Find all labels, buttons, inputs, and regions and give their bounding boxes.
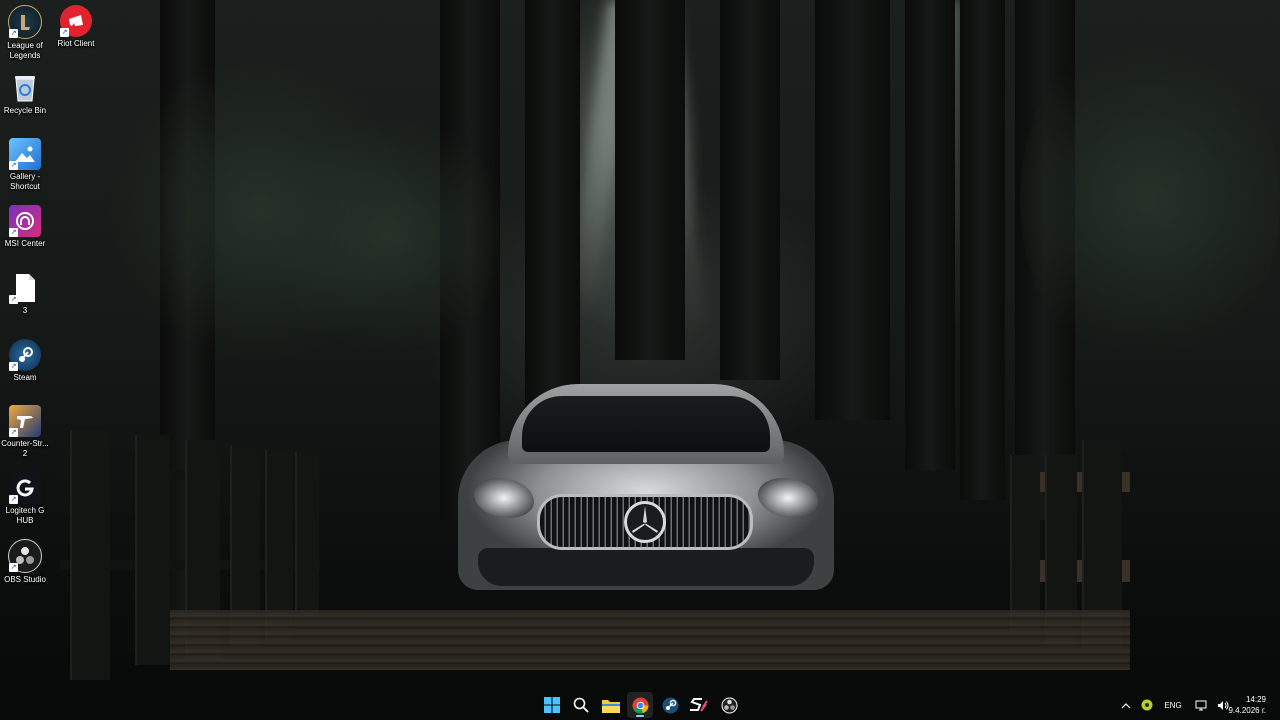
green-status-icon	[1141, 699, 1153, 711]
taskbar-s-app-button[interactable]	[686, 692, 712, 718]
desktop-icon-counter-strike-2[interactable]: ↗ Counter-Str... 2	[0, 405, 50, 459]
tree-trunk	[720, 0, 780, 380]
shortcut-arrow-icon: ↗	[9, 295, 18, 304]
desktop-icon-label: Counter-Str... 2	[1, 439, 49, 458]
fence-post	[135, 435, 170, 665]
clock-date: 9.4.2026 г.	[1228, 706, 1266, 715]
desktop-icon-label: Steam	[13, 373, 37, 382]
desktop-icon-recycle-bin[interactable]: Recycle Bin	[0, 72, 50, 116]
shortcut-arrow-icon: ↗	[9, 161, 18, 170]
desktop-icon-obs-studio[interactable]: ↗ OBS Studio	[0, 539, 50, 585]
riot-client-icon: ↗	[60, 5, 92, 37]
tree-foliage	[1020, 20, 1280, 380]
shortcut-arrow-icon: ↗	[60, 28, 69, 37]
taskbar-chrome-button[interactable]	[627, 692, 653, 718]
desktop-icon-label: MSI Center	[4, 239, 46, 248]
shortcut-arrow-icon: ↗	[9, 563, 18, 572]
taskbar-file-explorer-button[interactable]	[598, 692, 624, 718]
desktop-icon-msi-center[interactable]: ↗ MSI Center	[0, 205, 50, 249]
s-logo-icon	[690, 698, 708, 712]
shortcut-arrow-icon: ↗	[9, 428, 18, 437]
tree-foliage	[260, 120, 520, 350]
desktop-icon-label: 3	[22, 306, 28, 315]
taskbar-steam-button[interactable]	[657, 692, 683, 718]
network-icon	[1195, 700, 1207, 710]
desktop-icon-riot-client[interactable]: ↗ Riot Client	[51, 5, 101, 49]
star-emblem-icon	[632, 506, 658, 533]
tree-trunk	[525, 0, 580, 420]
taskbar-obs-button[interactable]	[716, 692, 742, 718]
language-indicator[interactable]: ENG	[1162, 690, 1184, 720]
search-icon	[573, 697, 589, 713]
windows-start-icon	[544, 697, 560, 713]
steam-icon	[662, 697, 678, 713]
recycle-bin-icon	[9, 72, 41, 104]
desktop-wallpaper	[0, 0, 1280, 720]
obs-icon	[721, 697, 737, 713]
tree-trunk	[815, 0, 890, 420]
desktop-icon-file-3[interactable]: ↗ 3	[0, 272, 50, 316]
wooden-bridge	[170, 610, 1130, 670]
shortcut-arrow-icon: ↗	[9, 228, 18, 237]
tree-trunk	[905, 0, 955, 470]
tray-overflow-button[interactable]	[1119, 690, 1133, 720]
taskbar-start-button[interactable]	[539, 692, 565, 718]
desktop-icon-steam[interactable]: ↗ Steam	[0, 339, 50, 383]
desktop-icon-label: OBS Studio	[4, 575, 46, 584]
shortcut-arrow-icon: ↗	[9, 495, 18, 504]
taskbar-search-button[interactable]	[568, 692, 594, 718]
chevron-up-icon	[1121, 702, 1131, 708]
fence-post	[295, 452, 319, 622]
desktop-icon-label: Gallery - Shortcut	[9, 172, 41, 191]
car-air-intake	[478, 548, 814, 586]
desktop-icon-label: Recycle Bin	[3, 106, 47, 115]
counter-strike-icon: ↗	[9, 405, 41, 437]
logitech-g-hub-icon: ↗	[9, 472, 41, 504]
msi-center-icon: ↗	[9, 205, 41, 237]
desktop-icon-label: Riot Client	[57, 39, 95, 48]
fence-post	[1010, 455, 1040, 635]
taskbar: ENG 14:29 9.4.2026 г.	[0, 690, 1280, 720]
car-windshield	[522, 396, 770, 452]
shortcut-arrow-icon: ↗	[9, 29, 18, 38]
desktop-icon-league-of-legends[interactable]: ↗ League of Legends	[0, 5, 50, 61]
desktop-icon-label: League of Legends	[7, 41, 43, 60]
desktop-icon-label: Logitech G HUB	[5, 506, 45, 525]
obs-studio-icon: ↗	[8, 539, 42, 573]
taskbar-clock[interactable]: 14:29 9.4.2026 г.	[1226, 694, 1266, 716]
tree-trunk	[615, 0, 685, 360]
clock-time: 14:29	[1245, 695, 1266, 704]
file-icon: ↗	[9, 272, 41, 304]
shortcut-arrow-icon: ↗	[9, 362, 18, 371]
car-emblem	[624, 501, 666, 543]
tray-app-icon[interactable]	[1140, 690, 1154, 720]
desktop-icon-gallery[interactable]: ↗ Gallery - Shortcut	[0, 138, 50, 192]
fence-post	[70, 430, 110, 680]
language-label: ENG	[1164, 700, 1182, 710]
tree-trunk	[960, 0, 1005, 500]
desktop-icon-logitech-g-hub[interactable]: ↗ Logitech G HUB	[0, 472, 50, 526]
gallery-icon: ↗	[9, 138, 41, 170]
chrome-icon	[632, 697, 648, 713]
league-of-legends-icon: ↗	[8, 5, 42, 39]
folder-icon	[602, 699, 620, 713]
steam-icon: ↗	[9, 339, 41, 371]
